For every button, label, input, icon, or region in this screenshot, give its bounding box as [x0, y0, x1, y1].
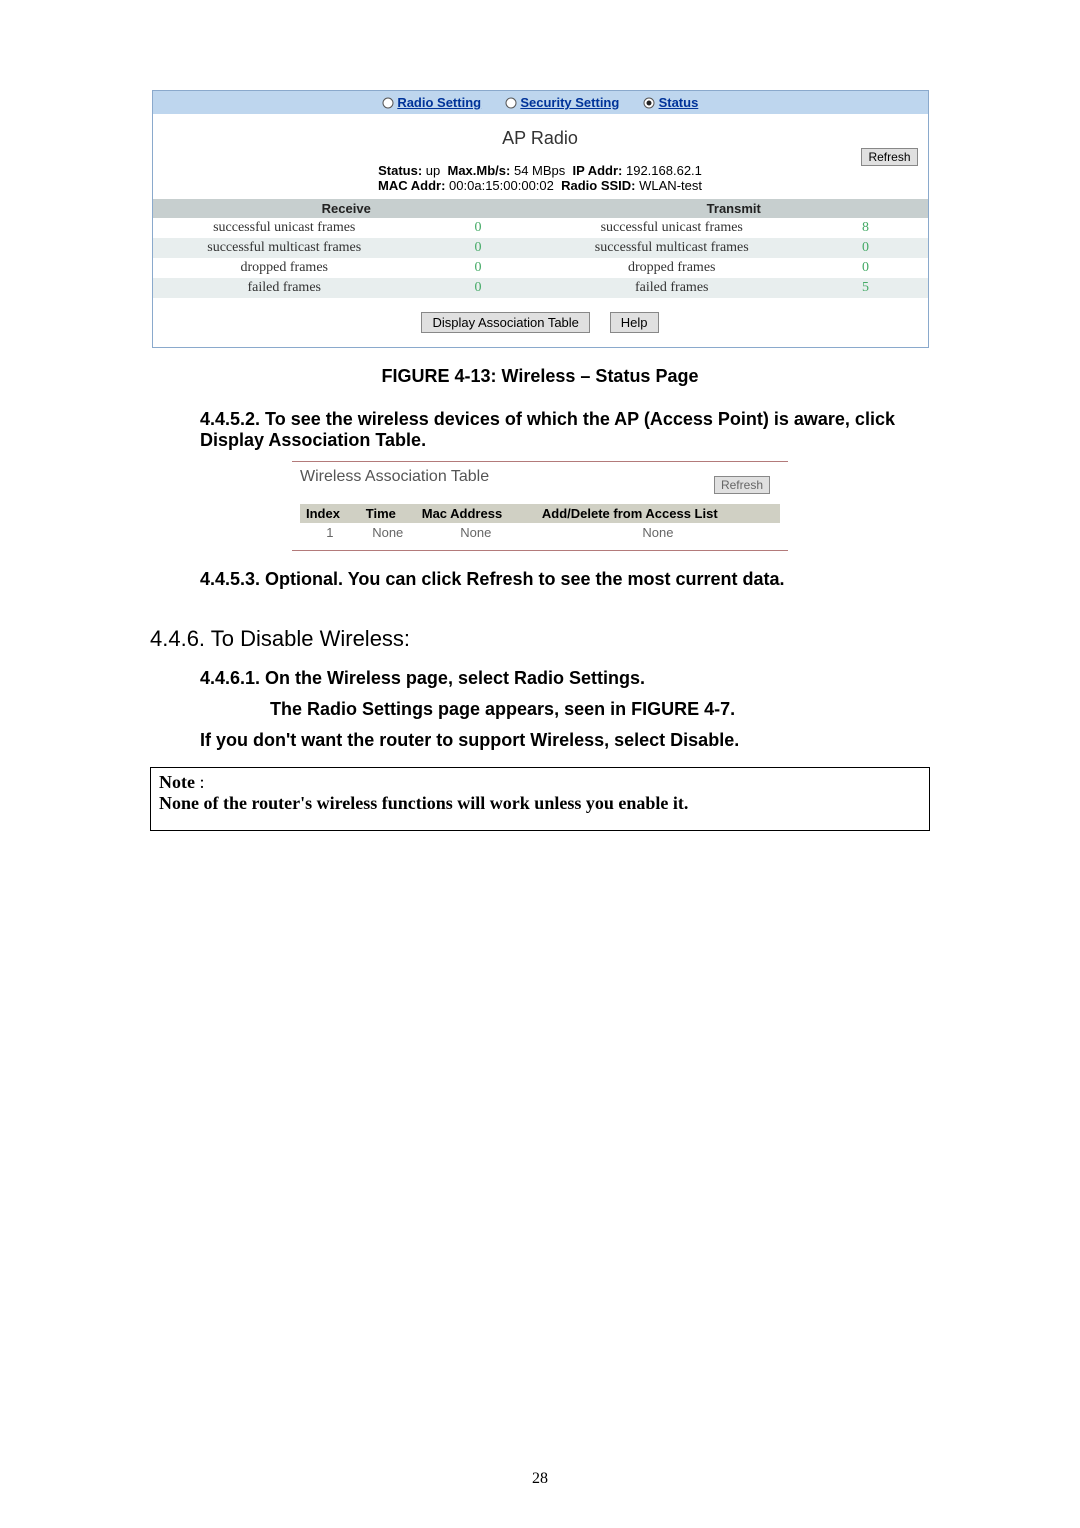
paragraph-4-4-5-2: 4.4.5.2. To see the wireless devices of …: [200, 409, 930, 451]
col-receive: Receive: [153, 199, 541, 218]
figure-caption: FIGURE 4-13: Wireless – Status Page: [150, 366, 930, 387]
refresh-button[interactable]: Refresh: [861, 148, 917, 166]
cell-label: successful multicast frames: [153, 238, 417, 258]
stat-table: Receive Transmit successful unicast fram…: [153, 199, 928, 298]
status-tab[interactable]: Status: [643, 95, 698, 110]
col-mac: Mac Address: [416, 504, 536, 523]
table-row: dropped frames 0 dropped frames 0: [153, 258, 928, 278]
ipaddr-value: 192.168.62.1: [626, 163, 702, 178]
col-index: Index: [300, 504, 360, 523]
radio-unselected-icon: [505, 97, 517, 109]
table-row: successful multicast frames 0 successful…: [153, 238, 928, 258]
status-value: up: [426, 163, 440, 178]
cell-label: successful unicast frames: [540, 218, 804, 238]
paragraph-4-4-6-1: 4.4.6.1. On the Wireless page, select Ra…: [200, 668, 930, 689]
status-line-2: MAC Addr: 00:0a:15:00:00:02 Radio SSID: …: [153, 178, 928, 193]
page-number: 28: [0, 1470, 1080, 1488]
status-line-1: Status: up Max.Mb/s: 54 MBps IP Addr: 19…: [153, 163, 928, 178]
help-button[interactable]: Help: [610, 312, 659, 333]
ap-title: AP Radio: [153, 128, 928, 149]
cell-index: 1: [300, 523, 360, 542]
note-box: Note : None of the router's wireless fun…: [150, 767, 930, 831]
status-label: Status:: [378, 163, 422, 178]
maxmb-label: Max.Mb/s:: [448, 163, 511, 178]
display-association-button[interactable]: Display Association Table: [421, 312, 589, 333]
radio-unselected-icon: [382, 97, 394, 109]
radio-setting-tab[interactable]: Radio Setting: [382, 95, 485, 110]
paragraph-4-4-6-1b: The Radio Settings page appears, seen in…: [270, 699, 930, 720]
cell-label: failed frames: [153, 278, 417, 298]
association-title: Wireless Association Table: [300, 468, 780, 486]
association-table: Index Time Mac Address Add/Delete from A…: [300, 504, 780, 542]
note-label: Note: [159, 772, 195, 792]
cell-access: None: [536, 523, 780, 542]
cell-value: 0: [804, 258, 928, 278]
security-setting-tab[interactable]: Security Setting: [505, 95, 623, 110]
maxmb-value: 54 MBps: [514, 163, 565, 178]
cell-label: failed frames: [540, 278, 804, 298]
table-row: successful unicast frames 0 successful u…: [153, 218, 928, 238]
table-row: 1 None None None: [300, 523, 780, 542]
association-refresh-button[interactable]: Refresh: [714, 476, 770, 494]
association-panel: Wireless Association Table Refresh Index…: [292, 461, 788, 551]
cell-value: 0: [416, 278, 540, 298]
cell-value: 8: [804, 218, 928, 238]
macaddr-label: MAC Addr:: [378, 178, 445, 193]
ap-footer: Display Association Table Help: [153, 298, 928, 347]
security-setting-link[interactable]: Security Setting: [520, 95, 619, 110]
cell-value: 0: [804, 238, 928, 258]
cell-value: 5: [804, 278, 928, 298]
cell-label: successful unicast frames: [153, 218, 417, 238]
col-transmit: Transmit: [540, 199, 928, 218]
heading-4-4-6: 4.4.6. To Disable Wireless:: [150, 626, 930, 652]
cell-time: None: [360, 523, 416, 542]
macaddr-value: 00:0a:15:00:00:02: [449, 178, 554, 193]
col-time: Time: [360, 504, 416, 523]
cell-value: 0: [416, 218, 540, 238]
table-row: failed frames 0 failed frames 5: [153, 278, 928, 298]
ssid-label: Radio SSID:: [561, 178, 635, 193]
radio-selected-icon: [643, 97, 655, 109]
ssid-value: WLAN-test: [639, 178, 702, 193]
radio-setting-link[interactable]: Radio Setting: [397, 95, 481, 110]
cell-value: 0: [416, 238, 540, 258]
ipaddr-label: IP Addr:: [573, 163, 623, 178]
cell-label: dropped frames: [540, 258, 804, 278]
ap-body: AP Radio Refresh Status: up Max.Mb/s: 54…: [153, 114, 928, 199]
ap-radio-panel: Radio Setting Security Setting Status AP…: [152, 90, 929, 348]
cell-value: 0: [416, 258, 540, 278]
paragraph-4-4-6-1c: If you don't want the router to support …: [200, 730, 930, 751]
col-access: Add/Delete from Access List: [536, 504, 780, 523]
paragraph-4-4-5-3: 4.4.5.3. Optional. You can click Refresh…: [200, 569, 930, 590]
cell-label: successful multicast frames: [540, 238, 804, 258]
tab-header: Radio Setting Security Setting Status: [153, 91, 928, 114]
note-body: None of the router's wireless functions …: [159, 793, 688, 813]
cell-mac: None: [416, 523, 536, 542]
note-colon: :: [195, 772, 205, 792]
cell-label: dropped frames: [153, 258, 417, 278]
status-link[interactable]: Status: [659, 95, 699, 110]
